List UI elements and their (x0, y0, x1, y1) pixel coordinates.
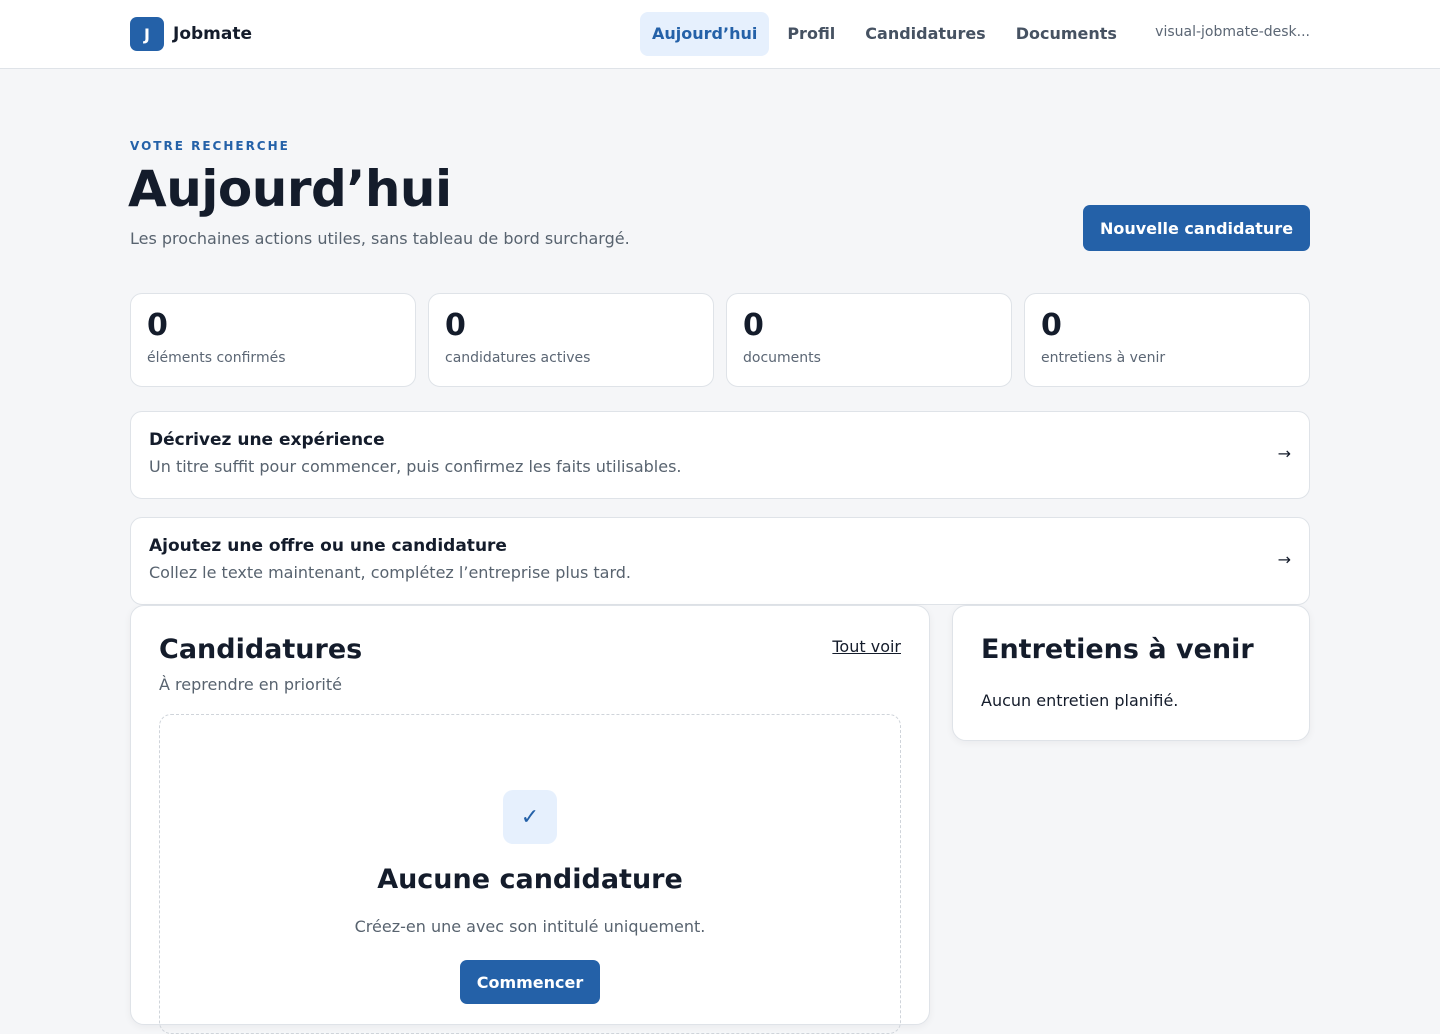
stat-label: documents (743, 350, 821, 366)
panel-subtitle: À reprendre en priorité (159, 675, 342, 694)
stat-card-documents: 0 documents (726, 293, 1012, 387)
stat-value: 0 (147, 308, 168, 343)
stat-label: éléments confirmés (147, 350, 286, 366)
stats-row: 0 éléments confirmés 0 candidatures acti… (130, 293, 1310, 387)
panel-title: Entretiens à venir (981, 634, 1254, 665)
stat-value: 0 (1041, 308, 1062, 343)
start-button[interactable]: Commencer (460, 960, 600, 1004)
page-title: Aujourd’hui (128, 160, 452, 218)
interviews-empty-text: Aucun entretien planifié. (981, 691, 1179, 710)
brand-name: Jobmate (173, 24, 253, 44)
new-application-button[interactable]: Nouvelle candidature (1083, 205, 1310, 251)
applications-panel: Candidatures À reprendre en priorité Tou… (130, 605, 930, 1034)
empty-state-title: Aucune candidature (377, 864, 683, 895)
top-bar: J Jobmate Aujourd’hui Profil Candidature… (0, 0, 1440, 69)
panel-title: Candidatures (159, 634, 363, 665)
stat-label: candidatures actives (445, 350, 591, 366)
empty-state-description: Créez-en une avec son intitulé uniquemen… (354, 917, 706, 936)
arrow-right-icon: → (1277, 550, 1291, 569)
brand[interactable]: J Jobmate (130, 17, 252, 51)
check-icon: ✓ (503, 790, 557, 844)
stat-card-interviews: 0 entretiens à venir (1024, 293, 1310, 387)
nav-item-profile[interactable]: Profil (775, 12, 847, 56)
stat-value: 0 (445, 308, 466, 343)
arrow-right-icon: → (1277, 444, 1291, 463)
nav-item-documents[interactable]: Documents (1004, 12, 1129, 56)
action-add-offer[interactable]: Ajoutez une offre ou une candidature Col… (130, 517, 1310, 605)
action-title: Ajoutez une offre ou une candidature (149, 536, 507, 556)
stat-label: entretiens à venir (1041, 350, 1166, 366)
stat-value: 0 (743, 308, 764, 343)
workspace-label[interactable]: visual-jobmate-desk... (1148, 24, 1310, 40)
stat-card-active-applications: 0 candidatures actives (428, 293, 714, 387)
see-all-link[interactable]: Tout voir (832, 637, 901, 656)
empty-state: ✓ Aucune candidature Créez-en une avec s… (159, 714, 901, 1034)
main-nav: Aujourd’hui Profil Candidatures Document… (640, 12, 1135, 56)
stat-card-confirmed: 0 éléments confirmés (130, 293, 416, 387)
action-description: Collez le texte maintenant, complétez l’… (149, 563, 631, 582)
nav-item-applications[interactable]: Candidatures (853, 12, 997, 56)
page-subtitle: Les prochaines actions utiles, sans tabl… (130, 229, 630, 248)
brand-logo-icon: J (130, 17, 164, 51)
action-describe-experience[interactable]: Décrivez une expérience Un titre suffit … (130, 411, 1310, 499)
page-eyebrow: VOTRE RECHERCHE (130, 139, 290, 153)
interviews-panel: Entretiens à venir Aucun entretien plani… (952, 605, 1310, 741)
action-description: Un titre suffit pour commencer, puis con… (149, 457, 682, 476)
nav-item-today[interactable]: Aujourd’hui (640, 12, 770, 56)
action-title: Décrivez une expérience (149, 430, 385, 450)
